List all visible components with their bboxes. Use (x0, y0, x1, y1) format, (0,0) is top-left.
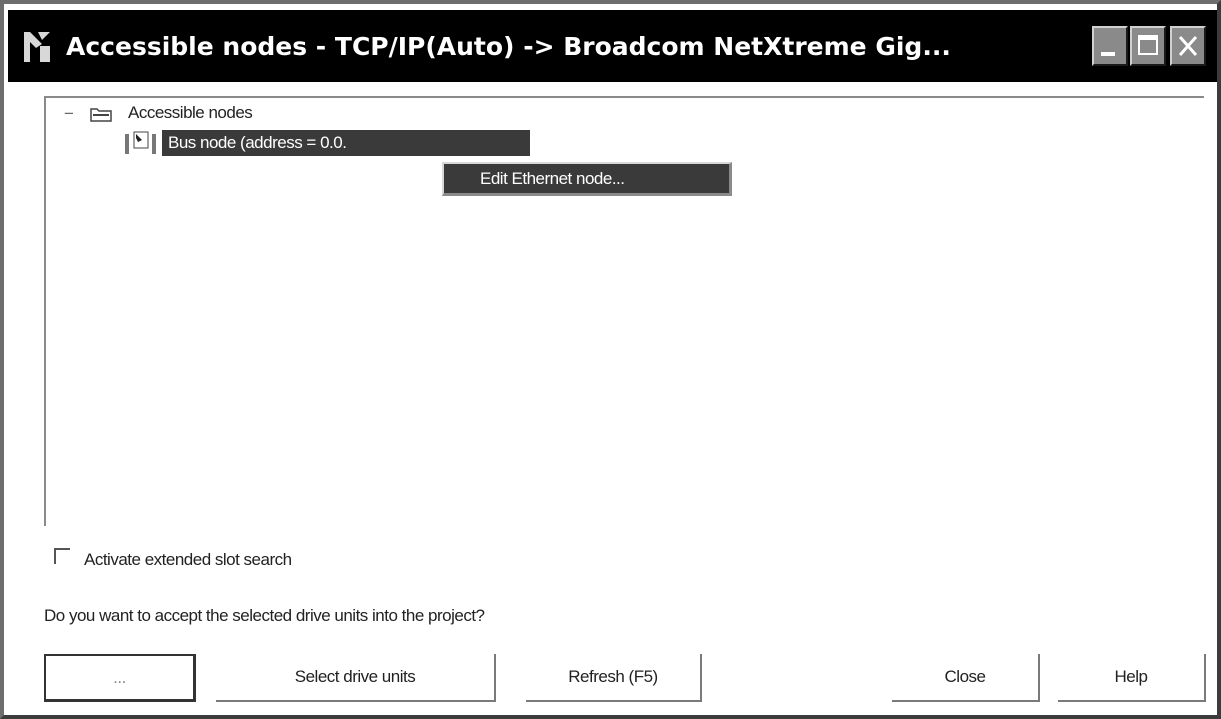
window-title: Accessible nodes - TCP/IP(Auto) -> Broad… (66, 32, 951, 61)
tree-expander-icon[interactable]: − (64, 104, 74, 124)
close-icon (1178, 36, 1198, 56)
select-drive-units-label: Select drive units (294, 667, 416, 686)
refresh-button[interactable]: Refresh (F5) (526, 654, 702, 702)
help-label: Help (1114, 667, 1148, 686)
accessible-nodes-tree[interactable]: − Accessible nodes Bus node (address = 0… (44, 96, 1204, 526)
extended-slot-search-label: Activate extended slot search (84, 550, 292, 569)
context-menu: Edit Ethernet node... (442, 162, 732, 196)
close-label: Close (944, 667, 986, 686)
tree-root-label[interactable]: Accessible nodes (128, 103, 253, 123)
close-button[interactable] (1170, 26, 1206, 66)
refresh-label: Refresh (F5) (568, 667, 658, 686)
bus-node-icon (125, 131, 156, 154)
folder-icon (90, 108, 112, 122)
title-bar[interactable]: Accessible nodes - TCP/IP(Auto) -> Broad… (8, 10, 1217, 82)
minimize-button[interactable] (1092, 26, 1128, 66)
tree-node-bus-selected[interactable]: Bus node (address = 0.0. (162, 130, 530, 156)
context-menu-item-edit-ethernet-node[interactable]: Edit Ethernet node... (480, 169, 625, 189)
help-button[interactable]: Help (1058, 654, 1206, 702)
maximize-button[interactable] (1130, 26, 1166, 66)
ok-button[interactable]: ... (44, 654, 196, 702)
maximize-icon (1138, 35, 1158, 55)
select-drive-units-button[interactable]: Select drive units (216, 654, 496, 702)
accept-prompt-text: Do you want to accept the selected drive… (44, 606, 485, 625)
minimize-icon (1101, 52, 1115, 56)
app-icon (22, 28, 52, 66)
ok-button-label: ... (113, 667, 126, 687)
accessible-nodes-window: Accessible nodes - TCP/IP(Auto) -> Broad… (0, 0, 1221, 719)
close-dialog-button[interactable]: Close (892, 654, 1040, 702)
extended-slot-search-checkbox[interactable] (54, 548, 70, 564)
dialog-client: − Accessible nodes Bus node (address = 0… (8, 82, 1217, 715)
tree-node-bus-label: Bus node (address = 0.0. (168, 133, 347, 152)
